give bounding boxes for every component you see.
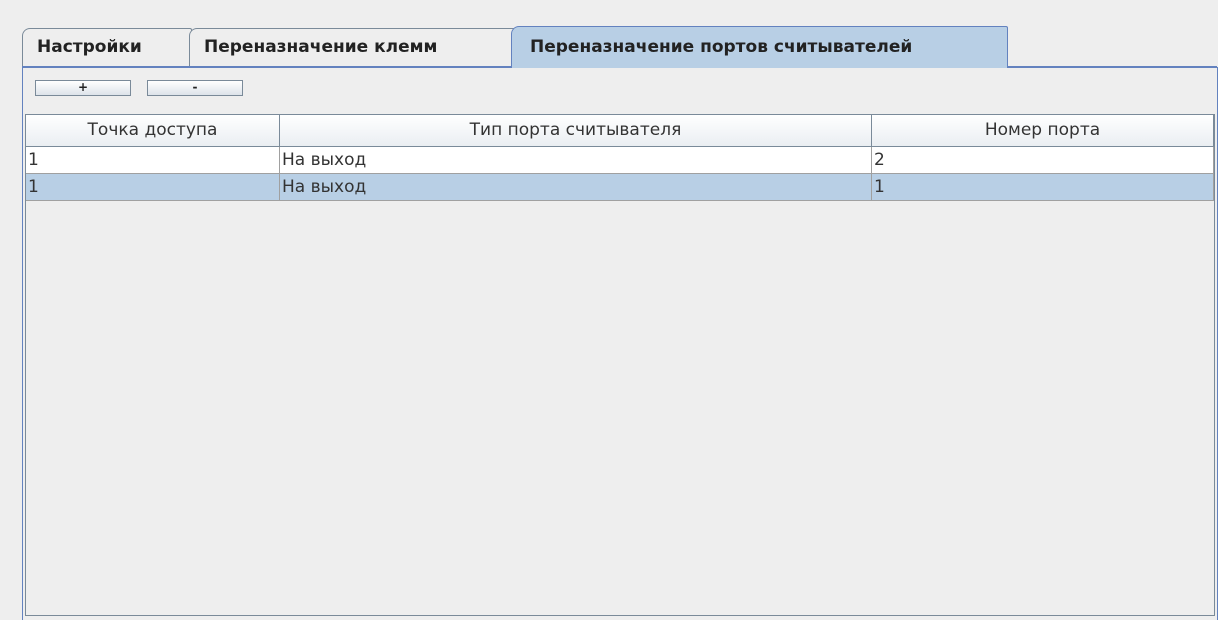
tab-reader-port-reassignment[interactable]: Переназначение портов считывателей [511,26,1008,68]
reader-ports-table: Точка доступа Тип порта считывателя Номе… [25,114,1215,616]
remove-row-button[interactable]: - [147,80,243,96]
cell-access-point[interactable]: 1 [26,174,280,201]
tab-content-panel: + - Точка доступа Тип порта считывателя … [22,67,1218,620]
cell-port-type[interactable]: На выход [280,174,872,201]
cell-port-number[interactable]: 1 [872,174,1214,201]
cell-port-number[interactable]: 2 [872,147,1214,174]
tab-terminal-reassignment[interactable]: Переназначение клемм [189,28,515,67]
column-header-access-point[interactable]: Точка доступа [26,115,280,147]
column-header-port-type[interactable]: Тип порта считывателя [280,115,872,147]
tab-settings[interactable]: Настройки [22,28,192,67]
table-row[interactable]: 1 На выход 2 [26,147,1214,174]
table-header: Точка доступа Тип порта считывателя Номе… [26,115,1214,147]
window-root: Настройки Переназначение клемм Переназна… [0,0,1218,620]
column-header-port-number[interactable]: Номер порта [872,115,1214,147]
add-row-button[interactable]: + [35,80,131,96]
cell-access-point[interactable]: 1 [26,147,280,174]
table-row-selected[interactable]: 1 На выход 1 [26,174,1214,201]
cell-port-type[interactable]: На выход [280,147,872,174]
